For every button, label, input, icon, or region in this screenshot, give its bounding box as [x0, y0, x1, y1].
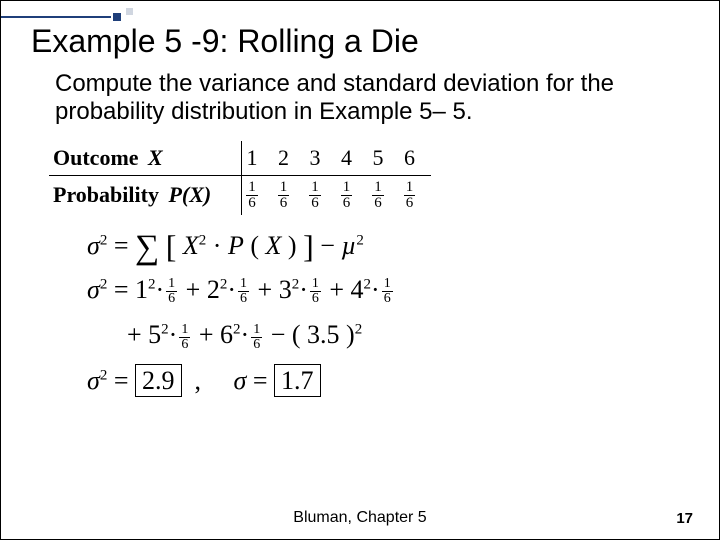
stdev-value: 1.7	[274, 364, 321, 397]
row-label-outcome: Outcome X	[49, 141, 242, 176]
outcome-cell: 1	[242, 141, 274, 176]
outcome-cell: 4	[337, 141, 369, 176]
table-row: Outcome X 1 2 3 4 5 6	[49, 141, 431, 176]
slide-prompt: Compute the variance and standard deviat…	[55, 70, 687, 127]
outcome-label-text: Outcome	[53, 145, 139, 170]
decor-line	[1, 16, 111, 18]
sigma-sum-icon: ∑	[135, 229, 159, 266]
table-row: Probability P(X) 16 16 16 16 16 16	[49, 175, 431, 215]
outcome-cell: 2	[274, 141, 306, 176]
variance-result: σ2 = 2.9 , σ = 1.7	[87, 368, 697, 394]
slide: Example 5 -9: Rolling a Die Compute the …	[0, 0, 720, 540]
prob-cell: 16	[274, 175, 306, 215]
prob-label-text: Probability	[53, 182, 159, 207]
variance-formula: σ2 = ∑ [ X2 · P ( X ) ] − µ2	[87, 227, 697, 261]
decor-square-dark	[113, 13, 121, 21]
variance-expansion-line1: σ2 = 12·16 + 22·16 + 32·16 + 42·16	[87, 277, 697, 307]
prob-cell: 16	[400, 175, 432, 215]
prob-cell: 16	[242, 175, 274, 215]
equation-block: σ2 = ∑ [ X2 · P ( X ) ] − µ2 σ2 = 12·16 …	[87, 227, 697, 394]
prob-cell: 16	[305, 175, 337, 215]
footer-source: Bluman, Chapter 5	[1, 509, 719, 527]
slide-title: Example 5 -9: Rolling a Die	[31, 23, 697, 60]
prob-cell: 16	[368, 175, 400, 215]
probability-table: Outcome X 1 2 3 4 5 6 Probability P(X) 1…	[49, 141, 431, 215]
outcome-cell: 6	[400, 141, 432, 176]
outcome-cell: 3	[305, 141, 337, 176]
footer-page-number: 17	[676, 510, 693, 527]
variance-value: 2.9	[135, 364, 182, 397]
variance-expansion-line2: + 52·16 + 62·16 − ( 3.5 )2	[127, 322, 697, 352]
outcome-cell: 5	[368, 141, 400, 176]
decor-square-light	[126, 8, 133, 15]
prob-cell: 16	[337, 175, 369, 215]
row-label-probability: Probability P(X)	[49, 175, 242, 215]
prob-var: P(X)	[168, 182, 211, 207]
outcome-var: X	[148, 145, 163, 170]
